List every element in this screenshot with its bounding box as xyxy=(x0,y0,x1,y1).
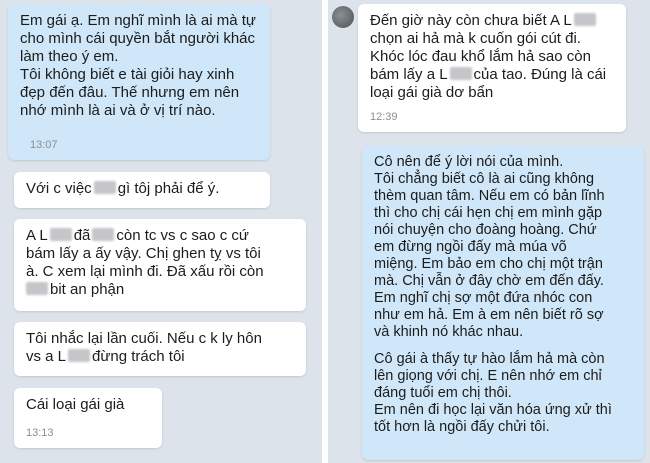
message-line: Em nghĩ chị sợ một đứa nhóc con xyxy=(374,290,593,306)
redacted-text xyxy=(68,349,91,362)
message-text: bit an phận xyxy=(50,281,125,298)
message-line: em đừng ngồi đấy mà múa võ xyxy=(374,239,567,255)
message-text: A L xyxy=(26,227,48,244)
message-line: nhớ mình là ai và ở vị trí nào. xyxy=(20,102,216,119)
message-line: Tôi không biết e tài giỏi hay xinh xyxy=(20,66,235,83)
message-bubble[interactable]: Với c việc gì tôj phải để ý. xyxy=(14,172,270,208)
right-chat-panel: Đến giờ này còn chưa biết A L chọn ai hả… xyxy=(328,0,650,463)
redacted-text xyxy=(49,228,72,241)
message-text: Với c việc xyxy=(26,180,92,197)
message-text: gì tôj phải để ý. xyxy=(117,180,220,197)
message-bubble[interactable]: Tôi nhắc lại lần cuối. Nếu c k ly hôn vs… xyxy=(14,322,306,376)
message-timestamp: 13:13 xyxy=(26,427,54,439)
message-line: Khóc lóc đau khổ lắm hả sao còn xyxy=(370,48,591,65)
message-bubble[interactable]: A L đã còn tc vs c sao c cứ bám lấy a ấy v… xyxy=(14,219,306,311)
message-text: Cái loại gái già xyxy=(26,396,125,413)
message-line: và khinh nó khác nhau. xyxy=(374,324,524,340)
message-line: lên giọng với chị. E nên nhớ em chỉ xyxy=(374,368,602,384)
message-line: đẹp đến đâu. Thế nhưng em nên xyxy=(20,84,240,101)
message-line: chọn ai hả mà k cuốn gói cút đi. xyxy=(370,30,581,47)
message-bubble[interactable]: Cái loại gái già 13:13 xyxy=(14,388,162,448)
message-line: Cô gái à thấy tự hào lắm hả mà còn xyxy=(374,351,605,367)
left-chat-panel: Em gái ạ. Em nghĩ mình là ai mà tự cho m… xyxy=(0,0,322,463)
message-text: bám lấy a L xyxy=(370,66,448,83)
message-bubble[interactable]: Cô nên để ý lời nói của mình. Tôi chẳng … xyxy=(362,146,644,460)
message-text: vs a L xyxy=(26,348,67,365)
message-line: cho mình cái quyền bắt người khác xyxy=(20,30,256,47)
message-line: Em nên đi học lại văn hóa ứng xử thì xyxy=(374,402,612,418)
message-line: thèm quan tâm. Nếu em có bản lĩnh xyxy=(374,188,605,204)
message-text: Đến giờ này còn chưa biết A L xyxy=(370,12,572,29)
message-line: đáng tuổi em chị thôi. xyxy=(374,385,512,401)
message-line: như em hả. Em à em nên biết rõ sợ xyxy=(374,307,604,323)
message-bubble[interactable]: Đến giờ này còn chưa biết A L chọn ai hả… xyxy=(358,4,626,132)
message-text: của tao. Đúng là cái xyxy=(473,66,607,83)
message-line: nói chuyện cho đoàng hoàng. Chứ xyxy=(374,222,597,238)
message-timestamp: 12:39 xyxy=(370,111,398,123)
message-line: Em gái ạ. Em nghĩ mình là ai mà tự xyxy=(20,12,256,29)
message-line: thì cho chị cái hẹn chị em mình gặp xyxy=(374,205,603,221)
message-line: Cô nên để ý lời nói của mình. xyxy=(374,154,564,170)
message-line: tốt hơn là ngồi đấy chửi tôi. xyxy=(374,419,550,435)
message-line: miệng. Em bảo em cho chị một trận xyxy=(374,256,603,272)
message-line: bám lấy a ấy vậy. Chị ghen tỵ vs tôi xyxy=(26,245,261,262)
redacted-text xyxy=(93,181,116,194)
message-timestamp: 13:07 xyxy=(30,139,58,151)
message-line: làm theo ý em. xyxy=(20,48,119,65)
redacted-text xyxy=(92,228,115,241)
redacted-text xyxy=(26,282,48,295)
message-line: loại gái già dơ bẩn xyxy=(370,84,494,101)
message-line: Tôi nhắc lại lần cuối. Nếu c k ly hôn xyxy=(26,330,262,347)
message-text: còn tc vs c sao c cứ xyxy=(116,227,249,244)
redacted-text xyxy=(449,67,472,80)
message-line: à. C xem lại mình đi. Đã xấu rồi còn xyxy=(26,263,264,280)
message-bubble[interactable]: Em gái ạ. Em nghĩ mình là ai mà tự cho m… xyxy=(8,4,270,160)
message-line: Tôi chẳng biết cô là ai cũng không xyxy=(374,171,595,187)
avatar[interactable] xyxy=(332,6,354,28)
redacted-text xyxy=(573,13,596,26)
message-line: mà. Chị vẫn ở đây chờ em đến đấy. xyxy=(374,273,604,289)
message-text: đừng trách tôi xyxy=(92,348,185,365)
message-text: đã xyxy=(73,227,91,244)
